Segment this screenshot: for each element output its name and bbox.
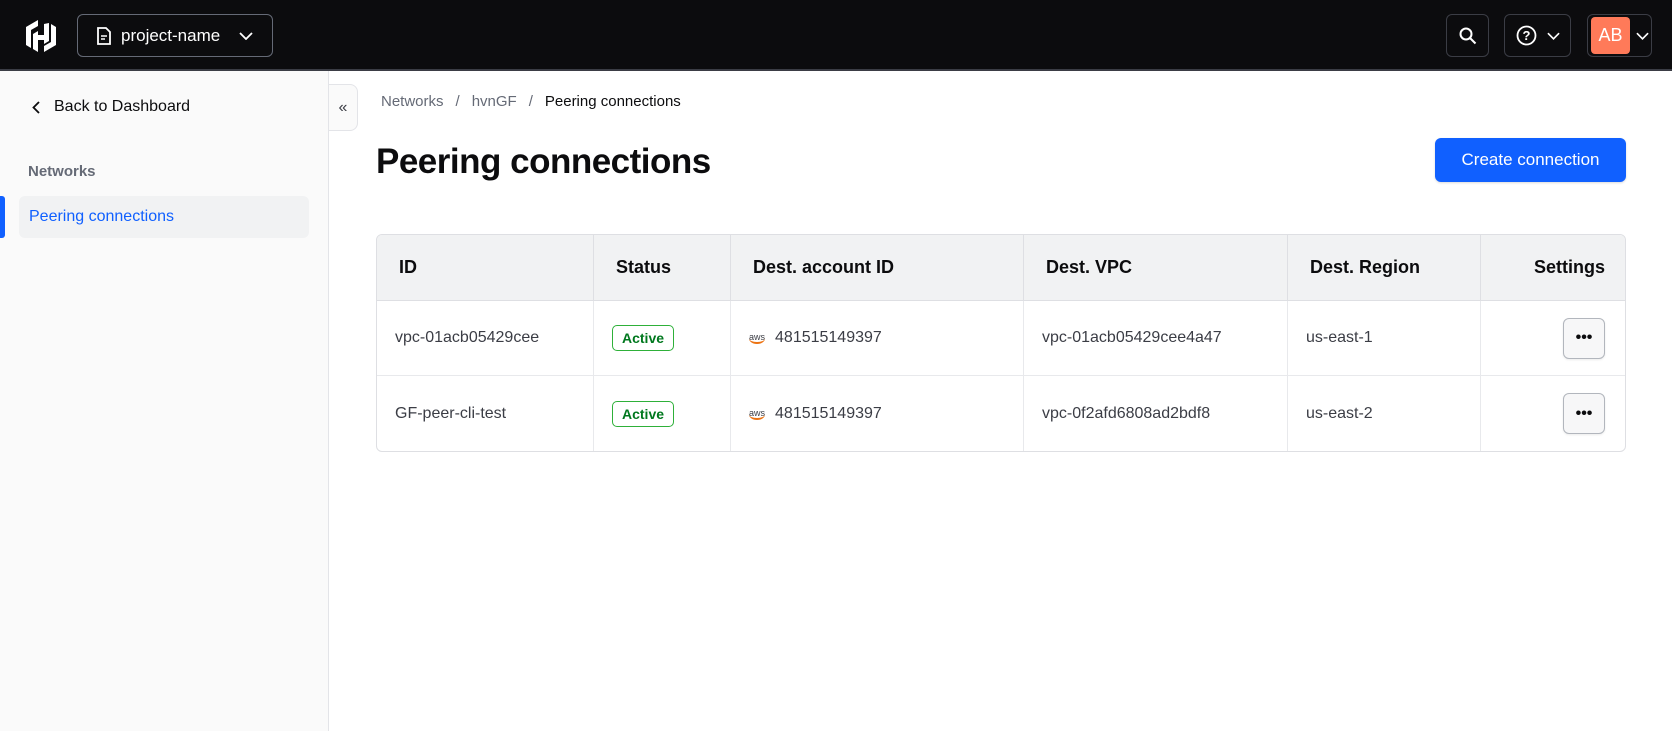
- aws-icon: aws: [749, 407, 766, 420]
- column-header-dest-account: Dest. account ID: [731, 235, 1024, 301]
- document-icon: [97, 26, 111, 45]
- column-header-dest-region: Dest. Region: [1288, 235, 1481, 301]
- table-row: GF-peer-cli-test Active aws 481515149397 …: [377, 376, 1625, 451]
- column-header-status: Status: [594, 235, 731, 301]
- avatar: AB: [1591, 17, 1630, 54]
- search-button[interactable]: [1446, 14, 1489, 57]
- user-menu-button[interactable]: AB: [1587, 14, 1652, 57]
- page-title: Peering connections: [376, 142, 711, 181]
- dest-account-id: 481515149397: [775, 329, 882, 346]
- more-options-button[interactable]: •••: [1563, 393, 1605, 434]
- hashicorp-logo-icon[interactable]: [26, 20, 56, 52]
- breadcrumb: Networks / hvnGF / Peering connections: [381, 93, 681, 110]
- table-row: vpc-01acb05429cee Active aws 481515149397…: [377, 301, 1625, 376]
- status-badge: Active: [612, 325, 675, 351]
- chevron-down-icon: [1636, 32, 1649, 40]
- back-label: Back to Dashboard: [54, 98, 191, 115]
- breadcrumb-networks[interactable]: Networks: [381, 93, 444, 110]
- breadcrumb-separator: /: [528, 93, 533, 110]
- column-header-dest-vpc: Dest. VPC: [1024, 235, 1288, 301]
- create-connection-button[interactable]: Create connection: [1435, 138, 1626, 182]
- aws-icon: aws: [749, 332, 766, 344]
- column-header-settings: Settings: [1481, 235, 1625, 301]
- search-icon: [1459, 27, 1476, 44]
- svg-text:?: ?: [1522, 28, 1530, 43]
- project-selector[interactable]: project-name: [77, 14, 273, 57]
- dest-account-id: 481515149397: [775, 404, 882, 422]
- breadcrumb-separator: /: [455, 93, 460, 110]
- help-icon: ?: [1516, 25, 1536, 46]
- column-header-id: ID: [377, 235, 594, 301]
- breadcrumb-current: Peering connections: [544, 93, 681, 110]
- status-badge: Active: [612, 400, 675, 427]
- connection-id[interactable]: GF-peer-cli-test: [377, 376, 594, 451]
- dest-vpc: vpc-01acb05429cee4a47: [1024, 301, 1288, 376]
- chevron-down-icon: [239, 31, 253, 40]
- collapse-sidebar-button[interactable]: «: [329, 84, 358, 131]
- connection-id[interactable]: vpc-01acb05429cee: [377, 301, 594, 376]
- chevron-down-icon: [1546, 32, 1560, 40]
- sidebar-item-label: Peering connections: [29, 208, 174, 225]
- project-name: project-name: [121, 25, 221, 45]
- dest-region: us-east-2: [1288, 376, 1481, 451]
- dest-vpc: vpc-0f2afd6808ad2bdf8: [1024, 376, 1288, 451]
- peering-connections-table: ID Status Dest. account ID Dest. VPC Des…: [376, 234, 1626, 452]
- active-indicator: [0, 196, 5, 238]
- top-bar: project-name ? AB: [0, 0, 1672, 71]
- sidebar-item-peering-connections[interactable]: Peering connections: [19, 196, 309, 238]
- sidebar-section-title: Networks: [28, 163, 96, 180]
- dest-region: us-east-1: [1288, 301, 1481, 376]
- breadcrumb-hvn[interactable]: hvnGF: [472, 93, 517, 110]
- chevron-left-icon: [32, 100, 40, 114]
- back-to-dashboard-link[interactable]: Back to Dashboard: [32, 98, 190, 116]
- help-menu-button[interactable]: ?: [1504, 14, 1571, 57]
- more-options-button[interactable]: •••: [1563, 317, 1605, 359]
- double-chevron-left-icon: «: [338, 98, 348, 116]
